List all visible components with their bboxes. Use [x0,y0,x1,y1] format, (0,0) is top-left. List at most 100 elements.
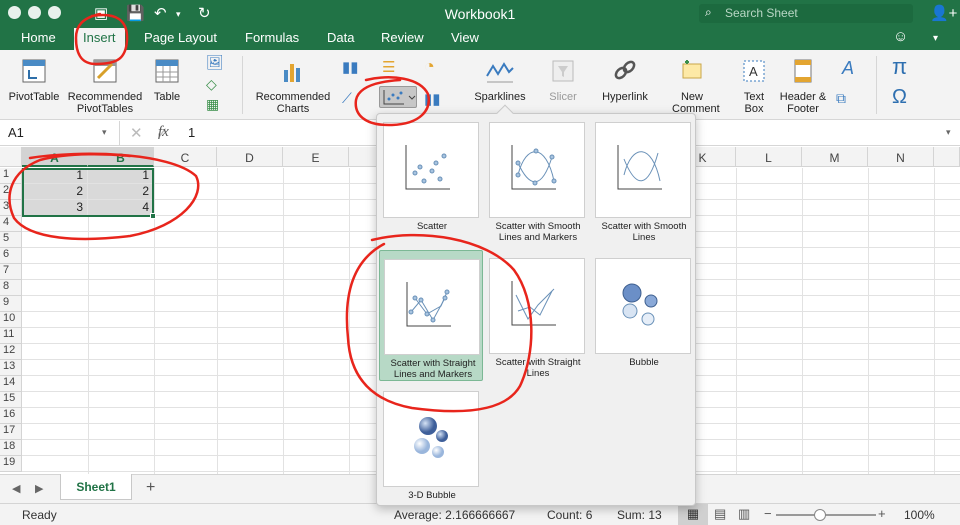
sheet-tab-sheet1[interactable]: Sheet1 [60,474,132,500]
scatter-chart-menu: Scatter Scatter with Smooth Lines and Ma… [376,104,696,506]
status-bar: Ready Average: 2.166666667 Count: 6 Sum:… [0,503,960,525]
column-header-a[interactable]: A [22,147,88,167]
tab-view[interactable]: View [451,30,479,45]
recommended-pivottables-button[interactable]: Recommended PivotTables [64,58,146,115]
pivottable-button[interactable]: PivotTable [6,58,62,103]
column-header-l[interactable]: L [736,147,802,167]
symbol-icon[interactable]: Ω [892,86,907,109]
new-comment-button[interactable]: New Comment [664,58,720,118]
share-icon[interactable]: 👤+ [930,4,957,22]
next-sheet-icon[interactable]: ▶ [35,482,43,495]
row-header-19[interactable]: 19 [0,456,22,472]
collapse-ribbon-icon[interactable]: ▾ [933,33,938,44]
row-header-17[interactable]: 17 [0,424,22,440]
column-header-e[interactable]: E [283,147,349,167]
fill-handle[interactable] [150,213,156,219]
shapes-icon[interactable]: ◇ [206,76,217,93]
recommended-charts-button[interactable]: Recommended Charts [252,58,334,115]
row-header-16[interactable]: 16 [0,408,22,424]
chart-option-3d-bubble[interactable]: 3-D Bubble [379,383,479,510]
tab-formulas[interactable]: Formulas [245,30,299,45]
wordart-icon[interactable]: A [842,58,854,79]
name-box-dropdown-icon[interactable]: ▾ [102,127,107,138]
column-chart-icon[interactable]: ▮▮ [342,58,359,76]
tab-page-layout[interactable]: Page Layout [144,30,217,45]
page-break-view-icon[interactable]: ▥ [738,506,750,522]
table-button[interactable]: Table [150,58,184,103]
row-header-8[interactable]: 8 [0,280,22,296]
chart-option-scatter-straight-lines[interactable]: Scatter with Straight Lines [485,250,585,379]
3d-bubble-thumbnail-icon [383,391,479,487]
tab-data[interactable]: Data [327,30,354,45]
ribbon: PivotTable Recommended PivotTables Table… [0,50,960,120]
column-header-d[interactable]: D [217,147,283,167]
smiley-feedback-icon[interactable]: ☺ [893,28,908,45]
tab-insert[interactable]: Insert [74,28,125,50]
svg-text:A: A [749,64,758,79]
column-header-b[interactable]: B [88,147,154,167]
chart-option-scatter-smooth-lines-markers[interactable]: Scatter with Smooth Lines and Markers [485,114,585,243]
row-header-15[interactable]: 15 [0,392,22,408]
pictures-icon[interactable]: 🖼 [206,54,224,71]
sparklines-button[interactable]: Sparklines [470,58,530,103]
select-all-corner[interactable] [0,147,22,167]
row-header-12[interactable]: 12 [0,344,22,360]
row-header-4[interactable]: 4 [0,216,22,232]
status-average: Average: 2.166666667 [394,508,516,522]
add-sheet-icon[interactable]: + [146,479,155,497]
tab-review[interactable]: Review [381,30,424,45]
tab-home[interactable]: Home [21,30,56,45]
cancel-icon[interactable]: ✕ [130,124,143,142]
row-header-1[interactable]: 1 [0,168,22,184]
zoom-slider[interactable] [776,514,876,516]
column-gridline [217,168,218,474]
table-icon [155,59,179,83]
scatter-thumbnail-icon [383,122,479,218]
text-box-button[interactable]: A Text Box [736,58,772,115]
row-header-6[interactable]: 6 [0,248,22,264]
sparklines-icon [486,62,514,83]
new-comment-icon [682,60,702,79]
search-input[interactable]: Search Sheet [699,4,913,23]
zoom-slider-handle[interactable] [814,509,826,521]
page-layout-view-icon[interactable]: ▤ [714,506,726,522]
line-chart-icon[interactable]: ⟋ [342,90,352,107]
zoom-out-icon[interactable]: − [764,506,772,521]
column-header-c[interactable]: C [154,147,217,167]
header-footer-button[interactable]: Header & Footer [776,58,830,115]
chart-option-scatter[interactable]: Scatter [379,114,479,241]
row-header-11[interactable]: 11 [0,328,22,344]
formula-input[interactable]: 1 [188,125,195,140]
scatter-straight-lines-thumbnail-icon [489,258,585,354]
bar-chart-icon[interactable]: ☰ [382,58,395,76]
chart-option-scatter-straight-lines-markers[interactable]: Scatter with Straight Lines and Markers [379,250,483,381]
equation-icon[interactable]: π [892,54,907,80]
normal-view-icon[interactable]: ▦ [678,504,708,525]
smartart-icon[interactable]: ▦ [206,96,219,113]
row-header-2[interactable]: 2 [0,184,22,200]
row-header-14[interactable]: 14 [0,376,22,392]
object-icon[interactable]: ⧉ [836,90,846,107]
previous-sheet-icon[interactable]: ◀ [12,482,20,495]
pie-chart-icon[interactable]: ◔ [424,56,435,77]
row-header-10[interactable]: 10 [0,312,22,328]
chart-option-bubble[interactable]: Bubble [591,250,691,377]
insert-function-icon[interactable]: fx [158,124,169,141]
scatter-chart-button[interactable] [379,86,417,108]
expand-formula-icon[interactable]: ▾ [946,127,951,138]
row-header-7[interactable]: 7 [0,264,22,280]
zoom-in-icon[interactable]: + [878,506,886,521]
row-header-9[interactable]: 9 [0,296,22,312]
hyperlink-button[interactable]: Hyperlink [598,58,652,103]
column-header-o[interactable] [934,147,960,167]
chart-option-scatter-smooth-lines[interactable]: Scatter with Smooth Lines [591,114,691,243]
column-header-n[interactable]: N [868,147,934,167]
row-header-5[interactable]: 5 [0,232,22,248]
row-header-3[interactable]: 3 [0,200,22,216]
row-header-18[interactable]: 18 [0,440,22,456]
bubble-thumbnail-icon [595,258,691,354]
column-header-m[interactable]: M [802,147,868,167]
slicer-button[interactable]: Slicer [544,58,582,103]
row-header-13[interactable]: 13 [0,360,22,376]
other-charts-icon[interactable]: ▮▮ [424,90,441,108]
